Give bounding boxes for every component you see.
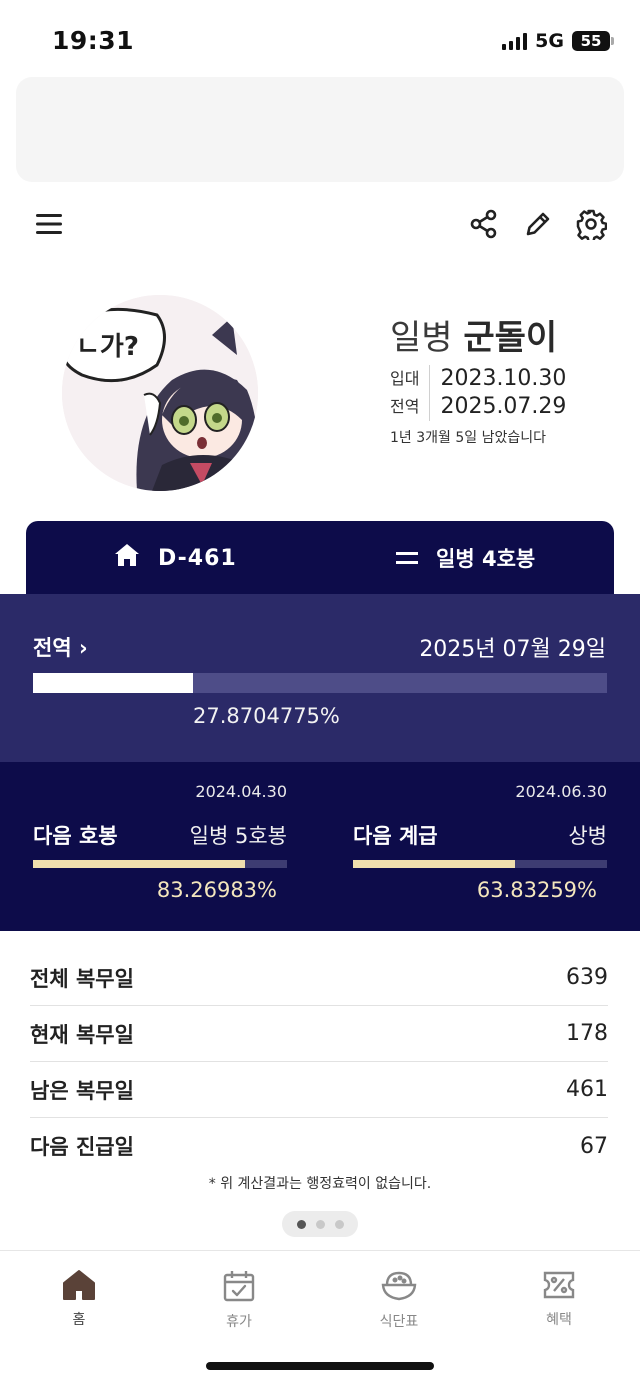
page-dot-active xyxy=(296,1219,306,1229)
next-rank-progress-bar xyxy=(353,860,607,868)
nav-label: 혜택 xyxy=(546,1312,572,1328)
nav-benefits[interactable]: 혜택 xyxy=(509,1269,609,1329)
hamburger-menu-icon[interactable] xyxy=(29,204,69,244)
profile-avatar[interactable]: ㄴ가? xyxy=(62,295,258,491)
status-time: 19:31 xyxy=(52,26,135,55)
dday-card: D-461 일병 4호봉 xyxy=(26,521,614,597)
status-indicators: 5G 55 xyxy=(502,30,614,52)
toolbar xyxy=(0,196,640,252)
network-type: 5G xyxy=(535,30,564,52)
stat-row-next-promotion: 다음 진급일 67 xyxy=(30,1118,608,1174)
calendar-check-icon xyxy=(222,1269,256,1307)
service-dates: 입대 전역 2023.10.30 2025.07.29 xyxy=(390,365,620,421)
next-step-date: 2024.04.30 xyxy=(195,782,287,801)
page-indicator[interactable] xyxy=(282,1211,358,1237)
pencil-icon[interactable] xyxy=(518,204,558,244)
stat-label: 현재 복무일 xyxy=(30,1022,134,1047)
page-dot xyxy=(315,1219,325,1229)
discharge-progress-bar xyxy=(33,673,607,693)
profile-name[interactable]: 군돌이 xyxy=(463,318,557,358)
stat-row-current: 현재 복무일 178 xyxy=(30,1006,608,1062)
profile-name-line: 일병 군돌이 xyxy=(390,310,620,359)
home-indicator xyxy=(206,1362,434,1370)
profile-rank: 일병 xyxy=(390,318,453,358)
stat-label: 다음 진급일 xyxy=(30,1135,134,1159)
home-icon xyxy=(62,1269,96,1305)
current-grade: 일병 4호봉 xyxy=(436,547,536,571)
home-icon xyxy=(114,543,140,573)
rice-bowl-icon xyxy=(381,1269,417,1307)
stat-value: 178 xyxy=(566,1021,608,1046)
date-labels: 입대 전역 xyxy=(390,365,431,421)
nav-label: 식단표 xyxy=(379,1314,419,1330)
next-step-progress-bar xyxy=(33,860,287,868)
next-rank-title: 다음 계급 xyxy=(353,824,438,848)
dday-section: D-461 xyxy=(114,543,237,573)
remaining-time-text: 1년 3개월 5일 남았습니다 xyxy=(390,430,546,446)
next-rank-name: 상병 xyxy=(568,824,607,848)
nav-label: 휴가 xyxy=(226,1314,252,1330)
equals-icon xyxy=(396,546,418,570)
signal-icon xyxy=(502,32,528,50)
coupon-icon xyxy=(542,1269,576,1305)
discharge-title-link[interactable]: 전역 › xyxy=(33,632,88,662)
next-rank-date: 2024.06.30 xyxy=(515,782,607,801)
status-bar: 19:31 5G 55 xyxy=(0,0,640,80)
stat-label: 전체 복무일 xyxy=(30,966,134,991)
discharge-progress-fill xyxy=(33,673,193,693)
nav-vacation[interactable]: 휴가 xyxy=(189,1269,289,1331)
stat-value: 67 xyxy=(580,1133,608,1159)
gear-icon[interactable] xyxy=(571,204,611,244)
disclaimer-note: * 위 계산결과는 행정효력이 없습니다. xyxy=(208,1176,432,1192)
service-stats-list: 전체 복무일 639 현재 복무일 178 남은 복무일 461 다음 진급일 … xyxy=(30,950,608,1174)
next-rank-progress-fill xyxy=(353,860,516,868)
discharge-date: 2025.07.29 xyxy=(440,394,567,419)
discharge-label: 전역 xyxy=(390,397,420,416)
profile-info: 일병 군돌이 입대 전역 2023.10.30 2025.07.29 1년 3개… xyxy=(390,310,620,447)
ad-banner[interactable] xyxy=(16,77,624,182)
date-values: 2023.10.30 2025.07.29 xyxy=(430,365,566,421)
stat-row-remaining: 남은 복무일 461 xyxy=(30,1062,608,1118)
dday-label: D-461 xyxy=(158,545,237,571)
next-promotion-panel: 2024.04.30 다음 호봉 일병 5호봉 83.26983% 2024.0… xyxy=(0,762,640,931)
stat-value: 639 xyxy=(566,965,608,990)
stat-value: 461 xyxy=(566,1077,608,1102)
enlist-label: 입대 xyxy=(390,369,420,388)
next-step-progress-fill xyxy=(33,860,245,868)
nav-home[interactable]: 홈 xyxy=(29,1269,129,1329)
svg-text:ㄴ가?: ㄴ가? xyxy=(76,332,139,362)
nav-meal-plan[interactable]: 식단표 xyxy=(349,1269,449,1331)
page-dot xyxy=(334,1219,344,1229)
nav-label: 홈 xyxy=(72,1312,86,1328)
current-grade-section: 일병 4호봉 xyxy=(396,543,535,573)
share-icon[interactable] xyxy=(464,204,504,244)
enlist-date: 2023.10.30 xyxy=(440,366,567,391)
next-step-percent: 83.26983% xyxy=(156,878,277,902)
next-step-rank: 일병 5호봉 xyxy=(189,824,287,848)
next-rank-percent: 63.83259% xyxy=(476,878,597,902)
next-step-title: 다음 호봉 xyxy=(33,824,118,848)
battery-icon: 55 xyxy=(572,31,614,51)
discharge-progress-panel: 전역 › 2025년 07월 29일 27.8704775% xyxy=(0,594,640,762)
discharge-percent: 27.8704775% xyxy=(193,704,340,728)
discharge-full-date: 2025년 07월 29일 xyxy=(419,637,606,662)
stat-label: 남은 복무일 xyxy=(30,1078,134,1103)
stat-row-total: 전체 복무일 639 xyxy=(30,950,608,1006)
